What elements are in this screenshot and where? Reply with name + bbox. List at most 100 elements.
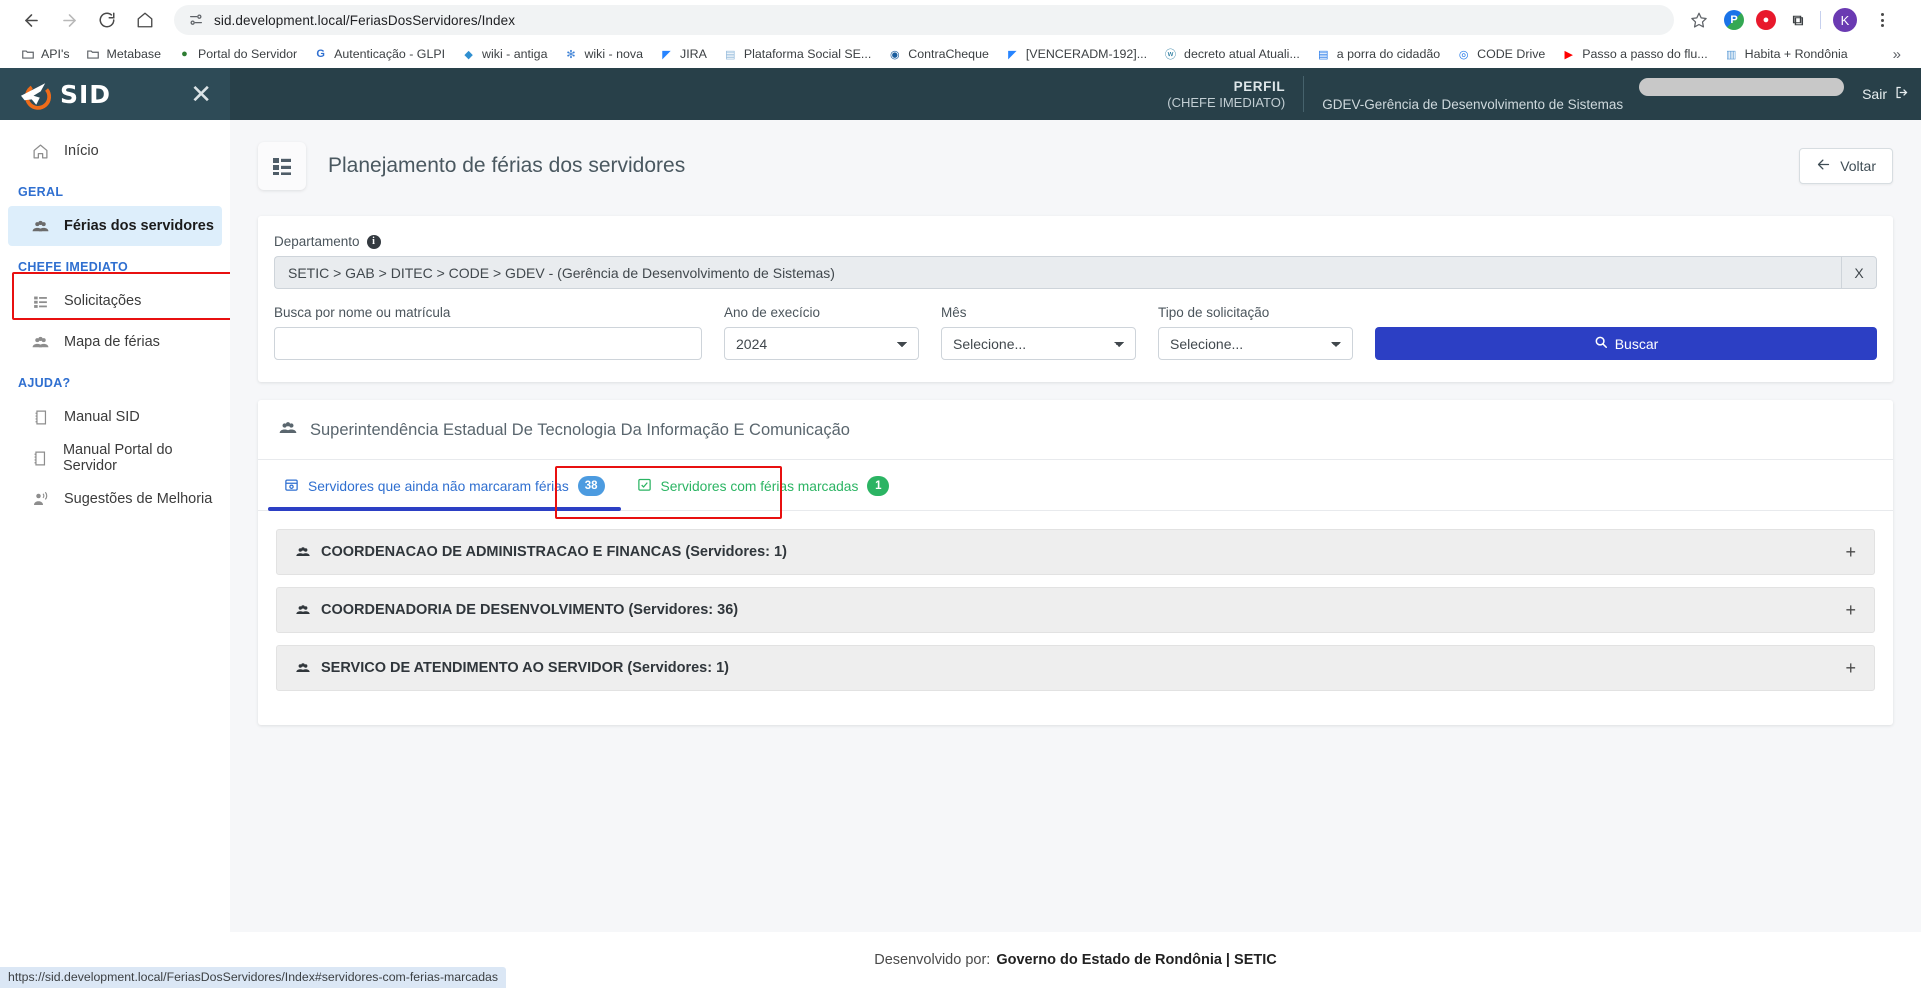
bookmark-label: wiki - antiga: [482, 47, 548, 61]
extension-icon-opera[interactable]: ●: [1756, 10, 1776, 30]
group-label: SERVICO DE ATENDIMENTO AO SERVIDOR (Serv…: [321, 660, 729, 676]
reload-button[interactable]: [90, 3, 124, 37]
department-label: Departamento: [274, 234, 360, 249]
browser-toolbar: sid.development.local/FeriasDosServidore…: [0, 0, 1921, 40]
bookmark-label: Habita + Rondônia: [1744, 47, 1848, 61]
brand-name: SID: [60, 79, 112, 109]
department-input[interactable]: SETIC > GAB > DITEC > CODE > GDEV - (Ger…: [274, 256, 1841, 289]
kebab-menu-icon[interactable]: [1869, 7, 1895, 33]
sidebar-item-solicitacoes[interactable]: Solicitações: [8, 281, 222, 321]
browser-chrome: sid.development.local/FeriasDosServidore…: [0, 0, 1921, 68]
extensions-puzzle-icon[interactable]: ⧉: [1788, 10, 1808, 30]
bookmark-item[interactable]: ✻ wiki - nova: [555, 45, 651, 64]
bookmark-item[interactable]: ◎ CODE Drive: [1448, 45, 1553, 64]
book-icon: [30, 409, 50, 426]
search-button[interactable]: Buscar: [1375, 327, 1877, 360]
site-settings-icon[interactable]: [188, 12, 204, 28]
logout-icon: [1894, 85, 1909, 103]
bookmark-item[interactable]: ◤ JIRA: [651, 45, 715, 64]
month-select[interactable]: Selecione...: [941, 327, 1136, 360]
search-input[interactable]: [274, 327, 702, 360]
bookmark-item[interactable]: ⓦ decreto atual Atuali...: [1155, 45, 1308, 64]
bookmark-star-icon[interactable]: [1684, 5, 1714, 35]
bookmarks-overflow-button[interactable]: »: [1885, 46, 1909, 63]
main-content: Planejamento de férias dos servidores Vo…: [230, 120, 1921, 988]
site-icon: ●: [181, 48, 188, 60]
expand-icon[interactable]: +: [1845, 542, 1856, 563]
logout-button[interactable]: Sair: [1844, 85, 1909, 103]
avatar[interactable]: K: [1833, 8, 1857, 32]
address-bar[interactable]: sid.development.local/FeriasDosServidore…: [174, 5, 1674, 35]
department-clear-button[interactable]: X: [1841, 256, 1877, 289]
bookmark-label: Passo a passo do flu...: [1582, 47, 1708, 61]
bookmark-item[interactable]: ● Portal do Servidor: [169, 45, 305, 64]
bookmark-item[interactable]: ▤ a porra do cidadão: [1308, 45, 1448, 64]
app-header-right: PERFIL (CHEFE IMEDIATO) GDEV-Gerência de…: [230, 68, 1921, 120]
bookmark-item[interactable]: ◉ ContraCheque: [879, 45, 997, 64]
app-body: Início GERAL Férias dos servidores CHEFE…: [0, 120, 1921, 988]
users-icon: [295, 602, 311, 618]
year-select[interactable]: 2024: [724, 327, 919, 360]
tab-badge-count: 1: [867, 476, 890, 496]
home-button[interactable]: [128, 3, 162, 37]
search-label: Busca por nome ou matrícula: [274, 305, 451, 320]
group-row-coordenacao-administracao-financas[interactable]: COORDENACAO DE ADMINISTRACAO E FINANCAS …: [276, 529, 1875, 575]
sidebar: Início GERAL Férias dos servidores CHEFE…: [0, 120, 257, 988]
habita-icon: ▥: [1725, 48, 1737, 61]
back-button[interactable]: [14, 3, 48, 37]
bookmark-item[interactable]: ▥ Habita + Rondônia: [1716, 45, 1856, 64]
extension-icon-p[interactable]: P: [1724, 10, 1744, 30]
brand-logo[interactable]: SID: [18, 77, 111, 111]
results-tabs: Servidores que ainda não marcaram férias…: [258, 460, 1893, 519]
bookmark-item[interactable]: ▶ Passo a passo do flu...: [1553, 45, 1715, 64]
sidebar-item-label: Início: [64, 143, 99, 159]
bookmark-label: [VENCERADM-192]...: [1025, 47, 1148, 61]
users-icon: [295, 660, 311, 676]
profile-block: PERFIL (CHEFE IMEDIATO): [1167, 79, 1303, 110]
request-type-select[interactable]: Selecione...: [1158, 327, 1353, 360]
calendar-check-icon: [637, 477, 652, 495]
results-heading-row: Superintendência Estadual De Tecnologia …: [258, 400, 1893, 460]
loading-placeholder: [1639, 78, 1845, 96]
list-grid-icon: [258, 142, 306, 190]
bookmark-item[interactable]: API's: [12, 45, 78, 64]
bookmark-item[interactable]: ◤ [VENCERADM-192]...: [997, 45, 1155, 64]
bookmark-item[interactable]: ◆ wiki - antiga: [453, 45, 555, 64]
tab-servidores-nao-marcaram[interactable]: Servidores que ainda não marcaram férias…: [268, 460, 621, 511]
info-icon[interactable]: i: [366, 234, 381, 249]
expand-icon[interactable]: +: [1845, 658, 1856, 679]
department-label-row: Departamento i: [274, 234, 1877, 249]
bookmark-item[interactable]: G Autenticação - GLPI: [305, 45, 453, 64]
group-label: COORDENADORIA DE DESENVOLVIMENTO (Servid…: [321, 602, 739, 618]
sidebar-item-ferias-dos-servidores[interactable]: Férias dos servidores: [8, 206, 222, 246]
search-button-group: Buscar: [1375, 327, 1877, 360]
sidebar-item-mapa-de-ferias[interactable]: Mapa de férias: [8, 322, 222, 362]
wiki-nova-icon: ✻: [566, 48, 576, 61]
bookmark-label: a porra do cidadão: [1336, 47, 1441, 61]
brand-area: SID ✕: [0, 68, 230, 120]
bookmark-item[interactable]: Metabase: [78, 45, 169, 64]
year-label: Ano de execício: [724, 305, 821, 320]
search-icon: [1594, 335, 1608, 352]
group-row-coordenadoria-desenvolvimento[interactable]: COORDENADORIA DE DESENVOLVIMENTO (Servid…: [276, 587, 1875, 633]
tab-label: Servidores com férias marcadas: [660, 478, 859, 494]
month-field-group: Mês Selecione...: [941, 305, 1136, 360]
close-icon[interactable]: ✕: [190, 81, 212, 107]
sidebar-item-label: Manual Portal do Servidor: [62, 442, 173, 474]
jira-icon: ◤: [1008, 48, 1017, 61]
tab-servidores-com-ferias-marcadas[interactable]: Servidores com férias marcadas 1: [621, 460, 906, 510]
bookmark-item[interactable]: ▤ Plataforma Social SE...: [715, 45, 879, 64]
tab-label: Servidores que ainda não marcaram férias: [308, 478, 569, 494]
sidebar-item-inicio[interactable]: Início: [8, 131, 222, 171]
back-button-label: Voltar: [1840, 158, 1876, 174]
sidebar-item-label: Férias dos servidores: [64, 218, 214, 234]
drive-icon: ◎: [1458, 48, 1469, 61]
sidebar-item-manual-sid[interactable]: Manual SID: [8, 397, 222, 437]
back-button[interactable]: Voltar: [1799, 148, 1893, 184]
sidebar-item-sugestoes-de-melhoria[interactable]: Sugestões de Melhoria: [8, 479, 222, 519]
expand-icon[interactable]: +: [1845, 600, 1856, 621]
sidebar-item-manual-portal-do-servidor[interactable]: Manual Portal do Servidor: [8, 438, 222, 478]
forward-button[interactable]: [52, 3, 86, 37]
month-label: Mês: [941, 305, 967, 320]
group-row-servico-atendimento-servidor[interactable]: SERVICO DE ATENDIMENTO AO SERVIDOR (Serv…: [276, 645, 1875, 691]
